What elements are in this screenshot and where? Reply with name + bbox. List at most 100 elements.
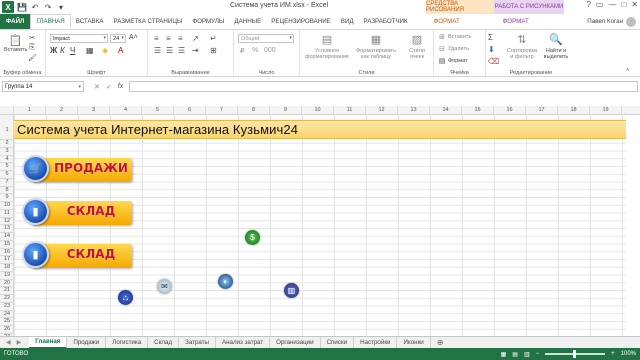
zoom-slider[interactable] [545,350,606,358]
row-header[interactable]: 15 [0,241,14,249]
column-header[interactable]: 10 [302,106,334,115]
sort-filter-button[interactable]: ⇅ Сортировка и фильтр [506,32,538,61]
sheet-tab-settings[interactable]: Настройки [354,336,398,349]
sheet-tab-lists[interactable]: Списки [321,336,355,349]
zoom-level[interactable]: 100% [621,351,636,357]
font-size-select[interactable]: 24 ▾ [110,34,126,43]
column-header[interactable]: 12 [366,106,398,115]
format-as-table-button[interactable]: ▦ Форматировать как таблицу [354,32,398,61]
row-header[interactable]: 13 [0,225,14,233]
find-select-button[interactable]: 🔍 Найти и выделить [540,32,572,61]
column-header[interactable]: 11 [334,106,366,115]
undo-icon[interactable]: ↶ [30,2,40,12]
cut-button[interactable]: ✂ [28,34,36,42]
align-left-button[interactable]: ☰ [154,46,161,55]
align-center-button[interactable]: ☰ [166,46,173,55]
save-icon[interactable]: 💾 [17,2,27,12]
column-header[interactable]: 4 [110,106,142,115]
tab-format-picture[interactable]: ФОРМАТ [481,14,551,29]
normal-view-icon[interactable]: ▦ [501,351,507,358]
paste-button[interactable]: 📋 Вставить [4,33,27,54]
tab-review[interactable]: РЕЦЕНЗИРОВАНИЕ [266,14,336,29]
column-header[interactable]: 6 [174,106,206,115]
page-break-view-icon[interactable]: ▥ [524,351,530,358]
font-name-select[interactable]: Impact ▾ [50,34,108,43]
zoom-out-icon[interactable]: − [536,351,540,357]
customize-qat-icon[interactable]: ▾ [56,2,66,12]
row-header[interactable]: 7 [0,179,14,187]
row-header[interactable]: 6 [0,171,14,179]
insert-cells-button[interactable]: ⊞ Вставить [438,33,471,41]
row-header[interactable]: 14 [0,233,14,241]
column-header[interactable]: 7 [206,106,238,115]
sheet-tab-logistics[interactable]: Логистика [106,336,149,349]
tab-home[interactable]: ГЛАВНАЯ [30,14,71,29]
row-header[interactable]: 23 [0,303,14,311]
redo-icon[interactable]: ↷ [43,2,53,12]
warehouse-button-2[interactable]: ▮ СКЛАД [22,241,132,269]
row-header[interactable]: 10 [0,202,14,210]
org-structure-icon[interactable]: ⛬ [118,290,133,305]
fill-button[interactable]: ⬇ [488,45,495,54]
add-sheet-icon[interactable]: ⊕ [437,338,444,347]
tab-file[interactable]: ФАЙЛ [0,14,31,29]
row-header[interactable]: 1 [0,120,14,140]
next-sheet-icon[interactable]: ▶ [17,339,22,346]
align-bottom-button[interactable]: ≡ [178,34,183,43]
sheet-tab-sales[interactable]: Продажи [67,336,107,349]
title-banner[interactable]: Система учета Интернет-магазина Кузьмич2… [14,120,626,139]
chart-icon[interactable]: ▥ [284,283,299,298]
fill-color-button[interactable]: ◈ [102,46,108,55]
row-header[interactable]: 22 [0,295,14,303]
row-header[interactable]: 17 [0,256,14,264]
settings-globe-icon[interactable]: ◐ [218,274,233,289]
thousands-button[interactable]: 000 [264,47,276,54]
row-header[interactable]: 20 [0,280,14,288]
close-icon[interactable]: ✕ [631,0,638,9]
page-layout-view-icon[interactable]: ▤ [512,351,518,358]
warehouse-button[interactable]: ▮ СКЛАД [22,198,132,226]
row-header[interactable]: 21 [0,287,14,295]
column-header[interactable]: 14 [430,106,462,115]
row-header[interactable]: 4 [0,156,14,164]
user-account[interactable]: Павел Коган [587,16,636,27]
row-header[interactable]: 12 [0,218,14,226]
orientation-button[interactable]: ↗ [192,34,199,43]
column-header[interactable]: 5 [142,106,174,115]
sheet-tab-icons[interactable]: Иконки [397,336,431,349]
align-top-button[interactable]: ≡ [154,34,159,43]
column-header[interactable]: 1 [14,106,46,115]
sheet-tab-main[interactable]: Главная [29,336,68,349]
merge-button[interactable]: ⊞ [210,46,217,55]
align-middle-button[interactable]: ≡ [166,34,171,43]
currency-button[interactable]: ₽ [240,47,244,55]
row-header[interactable]: 24 [0,311,14,319]
enter-icon[interactable]: ✓ [106,83,112,91]
italic-button[interactable]: К [60,46,65,55]
tab-developer[interactable]: РАЗРАБОТЧИК [359,14,413,29]
row-header[interactable]: 25 [0,318,14,326]
format-cells-button[interactable]: ▤ Формат [438,57,468,65]
underline-button[interactable]: Ч [70,46,75,55]
minimize-icon[interactable]: — [608,0,616,9]
row-header[interactable]: 18 [0,264,14,272]
column-header[interactable]: 17 [526,106,558,115]
wrap-text-button[interactable]: ↵ [210,34,217,43]
prev-sheet-icon[interactable]: ◀ [6,339,11,346]
percent-button[interactable]: % [252,47,258,54]
sales-button[interactable]: 🛒 ПРОДАЖИ [22,155,132,183]
column-header[interactable]: 9 [270,106,302,115]
column-header[interactable]: 15 [462,106,494,115]
tab-data[interactable]: ДАННЫЕ [229,14,266,29]
column-header[interactable]: 18 [558,106,590,115]
font-color-button[interactable]: A [118,46,123,55]
sheet-tab-costs[interactable]: Затраты [179,336,216,349]
row-header[interactable]: 8 [0,187,14,195]
copy-button[interactable]: ⎘ [28,44,36,52]
tab-view[interactable]: ВИД [336,14,359,29]
select-all-corner[interactable] [0,106,14,115]
sheet-tab-cost-analysis[interactable]: Анализ затрат [216,336,271,349]
insert-function-button[interactable]: fx [118,83,123,90]
bold-button[interactable]: Ж [50,46,57,55]
column-header[interactable]: 3 [78,106,110,115]
